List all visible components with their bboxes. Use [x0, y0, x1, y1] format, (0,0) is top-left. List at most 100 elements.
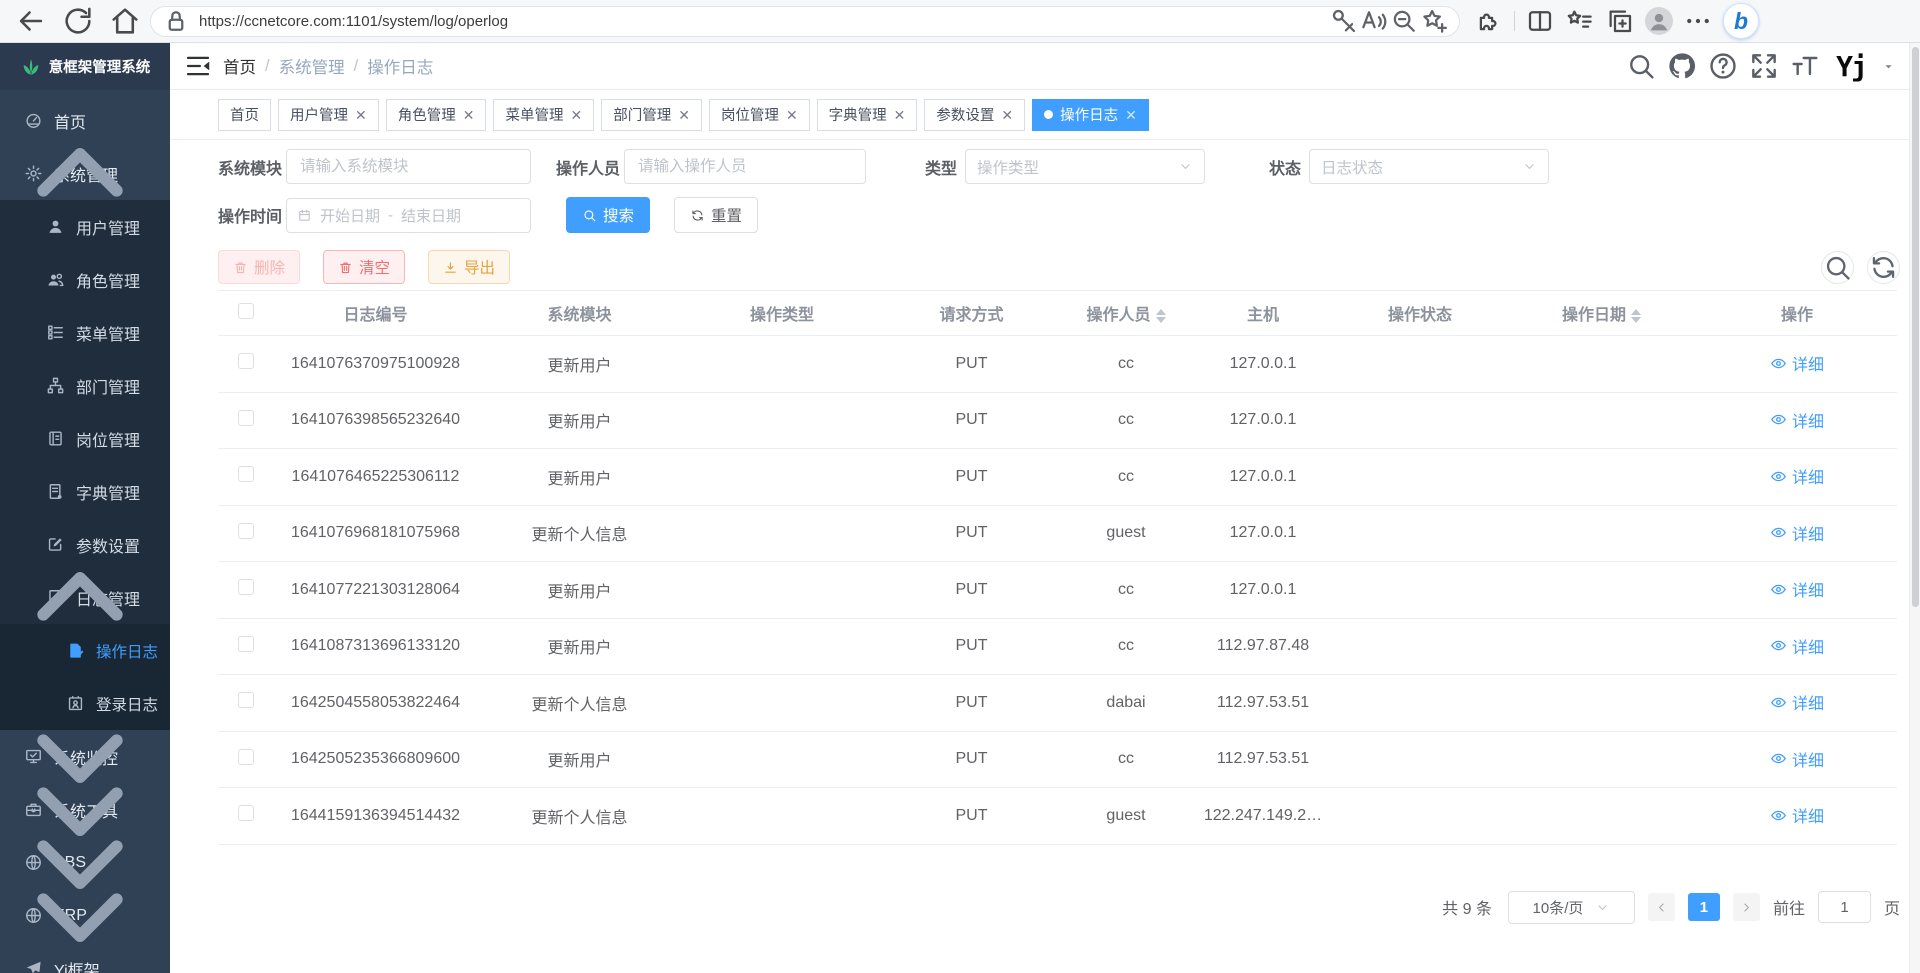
sort-carets-icon[interactable] — [1631, 309, 1641, 323]
column-header[interactable]: 操作日期 — [1506, 291, 1697, 336]
detail-link[interactable]: 详细 — [1770, 351, 1824, 375]
sidebar-item-oper-log[interactable]: 操作日志 — [0, 624, 170, 677]
bing-chat-icon[interactable]: b — [1723, 3, 1759, 39]
row-checkbox[interactable] — [238, 466, 254, 482]
row-select-cell[interactable] — [218, 788, 273, 845]
sidebar-item-system-mgmt[interactable]: 系统管理 — [0, 147, 170, 200]
status-select[interactable]: 日志状态 — [1309, 149, 1549, 184]
row-select-cell[interactable] — [218, 731, 273, 788]
row-checkbox[interactable] — [238, 636, 254, 652]
row-checkbox[interactable] — [238, 410, 254, 426]
tab-post-mgmt[interactable]: 岗位管理✕ — [709, 99, 810, 131]
tab-role-mgmt[interactable]: 角色管理✕ — [386, 99, 487, 131]
zoom-out-icon[interactable] — [1389, 6, 1419, 36]
row-checkbox[interactable] — [238, 692, 254, 708]
address-bar[interactable]: https://ccnetcore.com:1101/system/log/op… — [150, 6, 1460, 37]
close-icon[interactable]: ✕ — [1001, 108, 1013, 122]
date-range-input[interactable]: 开始日期 - 结束日期 — [286, 198, 531, 233]
add-favorite-icon[interactable] — [1419, 6, 1449, 36]
sidebar-item-dept-mgmt[interactable]: 部门管理 — [0, 359, 170, 412]
user-avatar[interactable]: Yj — [1830, 50, 1872, 82]
password-key-icon[interactable] — [1329, 6, 1359, 36]
sidebar-item-dict-mgmt[interactable]: 字典管理 — [0, 465, 170, 518]
fullscreen-icon[interactable] — [1748, 50, 1780, 82]
tab-user-mgmt[interactable]: 用户管理✕ — [278, 99, 379, 131]
browser-home-icon[interactable] — [108, 4, 142, 38]
close-icon[interactable]: ✕ — [463, 108, 475, 122]
search-button[interactable]: 搜索 — [566, 197, 650, 233]
toggle-search-button[interactable] — [1821, 251, 1854, 284]
sidebar-fold-icon[interactable] — [183, 51, 213, 81]
detail-link[interactable]: 详细 — [1770, 577, 1824, 601]
collections-icon[interactable] — [1605, 4, 1635, 38]
tab-dict-mgmt[interactable]: 字典管理✕ — [817, 99, 918, 131]
export-button[interactable]: 导出 — [428, 250, 510, 284]
favorites-icon[interactable] — [1565, 4, 1595, 38]
detail-link[interactable]: 详细 — [1770, 521, 1824, 545]
close-icon[interactable]: ✕ — [894, 108, 906, 122]
breadcrumb-item[interactable]: 首页 — [223, 54, 256, 78]
extensions-icon[interactable] — [1474, 4, 1504, 38]
breadcrumb-item[interactable]: 系统管理 — [279, 54, 345, 78]
tab-menu-mgmt[interactable]: 菜单管理✕ — [493, 99, 594, 131]
read-aloud-icon[interactable] — [1359, 6, 1389, 36]
row-select-cell[interactable] — [218, 562, 273, 619]
type-select[interactable]: 操作类型 — [965, 149, 1205, 184]
goto-page-input[interactable] — [1818, 891, 1871, 923]
delete-button[interactable]: 删除 — [218, 250, 300, 284]
sidebar-item-role-mgmt[interactable]: 角色管理 — [0, 253, 170, 306]
row-checkbox[interactable] — [238, 523, 254, 539]
browser-refresh-icon[interactable] — [61, 4, 95, 38]
row-checkbox[interactable] — [238, 805, 254, 821]
sidebar-item-erp[interactable]: ERP — [0, 889, 170, 942]
row-checkbox[interactable] — [238, 579, 254, 595]
next-page-button[interactable] — [1733, 893, 1760, 921]
sort-carets-icon[interactable] — [1156, 309, 1166, 323]
row-checkbox[interactable] — [238, 353, 254, 369]
clear-button[interactable]: 清空 — [323, 250, 405, 284]
browser-back-icon[interactable] — [14, 4, 48, 38]
detail-link[interactable]: 详细 — [1770, 690, 1824, 714]
row-select-cell[interactable] — [218, 449, 273, 506]
select-all-checkbox[interactable] — [238, 303, 254, 319]
split-screen-icon[interactable] — [1525, 4, 1555, 38]
close-icon[interactable]: ✕ — [1125, 108, 1137, 122]
sidebar-item-yi-framework[interactable]: Yi框架 — [0, 942, 170, 973]
row-select-cell[interactable] — [218, 505, 273, 562]
url-text[interactable]: https://ccnetcore.com:1101/system/log/op… — [199, 13, 1329, 30]
page-scrollbar[interactable] — [1909, 43, 1920, 973]
operator-input-field[interactable] — [638, 158, 852, 176]
close-icon[interactable]: ✕ — [355, 108, 367, 122]
detail-link[interactable]: 详细 — [1770, 634, 1824, 658]
tab-param-settings[interactable]: 参数设置✕ — [924, 99, 1025, 131]
browser-menu-icon[interactable] — [1683, 4, 1713, 38]
refresh-table-button[interactable] — [1867, 251, 1900, 284]
page-size-select[interactable]: 10条/页 — [1508, 891, 1635, 924]
font-size-icon[interactable] — [1789, 50, 1821, 82]
sidebar-item-post-mgmt[interactable]: 岗位管理 — [0, 412, 170, 465]
browser-profile-avatar[interactable] — [1645, 7, 1673, 35]
row-select-cell[interactable] — [218, 618, 273, 675]
page-number-1[interactable]: 1 — [1688, 893, 1720, 921]
module-input[interactable] — [286, 149, 531, 184]
avatar-caret-icon[interactable] — [1881, 59, 1896, 74]
module-input-field[interactable] — [300, 158, 517, 176]
scrollbar-thumb[interactable] — [1912, 47, 1919, 607]
row-select-cell[interactable] — [218, 336, 273, 393]
row-select-cell[interactable] — [218, 392, 273, 449]
detail-link[interactable]: 详细 — [1770, 803, 1824, 827]
tab-home[interactable]: 首页 — [218, 99, 271, 131]
prev-page-button[interactable] — [1648, 893, 1675, 921]
select-all-header[interactable] — [218, 291, 273, 336]
sidebar-item-menu-mgmt[interactable]: 菜单管理 — [0, 306, 170, 359]
column-header[interactable]: 操作人员 — [1060, 291, 1192, 336]
reset-button[interactable]: 重置 — [674, 197, 758, 233]
row-select-cell[interactable] — [218, 675, 273, 732]
close-icon[interactable]: ✕ — [786, 108, 798, 122]
detail-link[interactable]: 详细 — [1770, 408, 1824, 432]
close-icon[interactable]: ✕ — [570, 108, 582, 122]
detail-link[interactable]: 详细 — [1770, 747, 1824, 771]
detail-link[interactable]: 详细 — [1770, 464, 1824, 488]
row-checkbox[interactable] — [238, 749, 254, 765]
header-search-icon[interactable] — [1625, 50, 1657, 82]
